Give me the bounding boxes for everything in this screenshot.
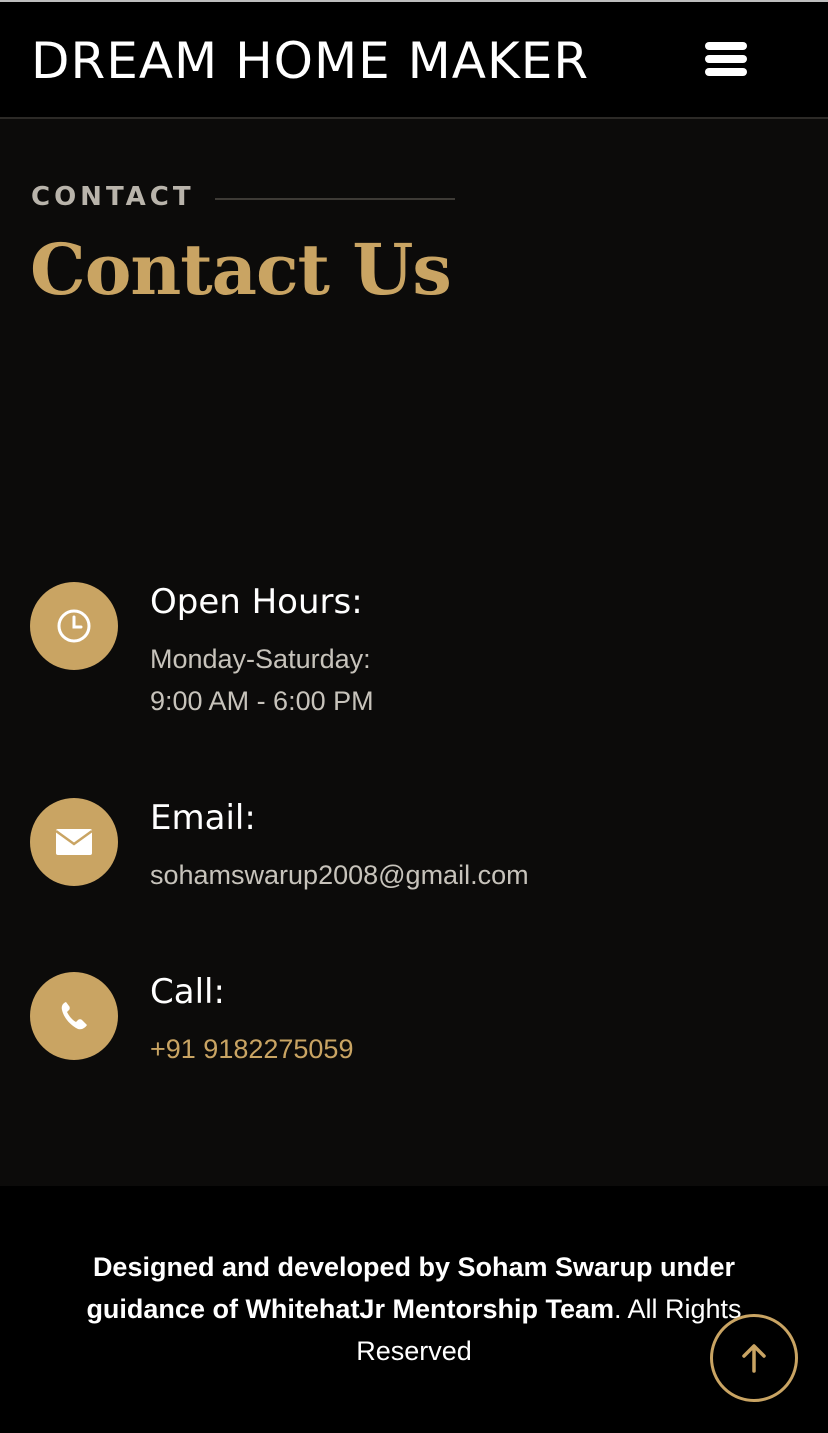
open-hours-times: 9:00 AM - 6:00 PM (150, 686, 374, 716)
phone-number-link[interactable]: +91 9182275059 (150, 1028, 353, 1070)
email-item: Email: sohamswarup2008@gmail.com (30, 798, 790, 898)
call-heading: Call: (150, 972, 225, 1012)
call-item: Call: +91 9182275059 (30, 972, 790, 1072)
arrow-up-icon (742, 1344, 766, 1373)
clock-icon (30, 582, 118, 670)
open-hours-days: Monday-Saturday: (150, 644, 371, 674)
open-hours-heading: Open Hours: (150, 582, 363, 622)
open-hours-item: Open Hours: Monday-Saturday: 9:00 AM - 6… (30, 582, 790, 722)
email-heading: Email: (150, 798, 256, 838)
footer-credits: Designed and developed by Soham Swarup u… (40, 1246, 788, 1372)
footer: Designed and developed by Soham Swarup u… (0, 1186, 828, 1433)
back-to-top-button[interactable] (710, 1314, 798, 1402)
navbar: DREAM HOME MAKER (0, 2, 828, 119)
page-title: Contact Us (30, 228, 452, 311)
open-hours-text: Monday-Saturday: 9:00 AM - 6:00 PM (150, 638, 374, 722)
hamburger-menu-icon[interactable] (700, 40, 752, 80)
brand-logo[interactable]: DREAM HOME MAKER (31, 32, 589, 90)
phone-icon (30, 972, 118, 1060)
section-divider (215, 198, 455, 200)
email-address[interactable]: sohamswarup2008@gmail.com (150, 854, 529, 896)
section-label: CONTACT (31, 182, 195, 212)
envelope-icon (30, 798, 118, 886)
